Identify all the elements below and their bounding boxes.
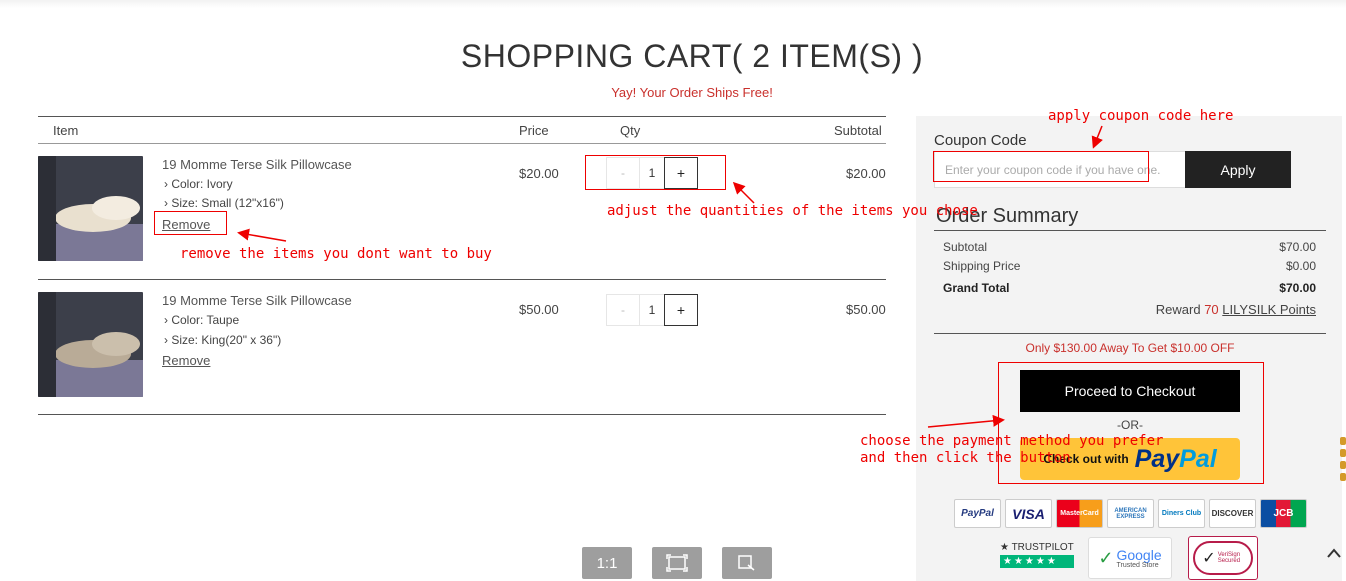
annotation-arrows — [237, 125, 1103, 428]
